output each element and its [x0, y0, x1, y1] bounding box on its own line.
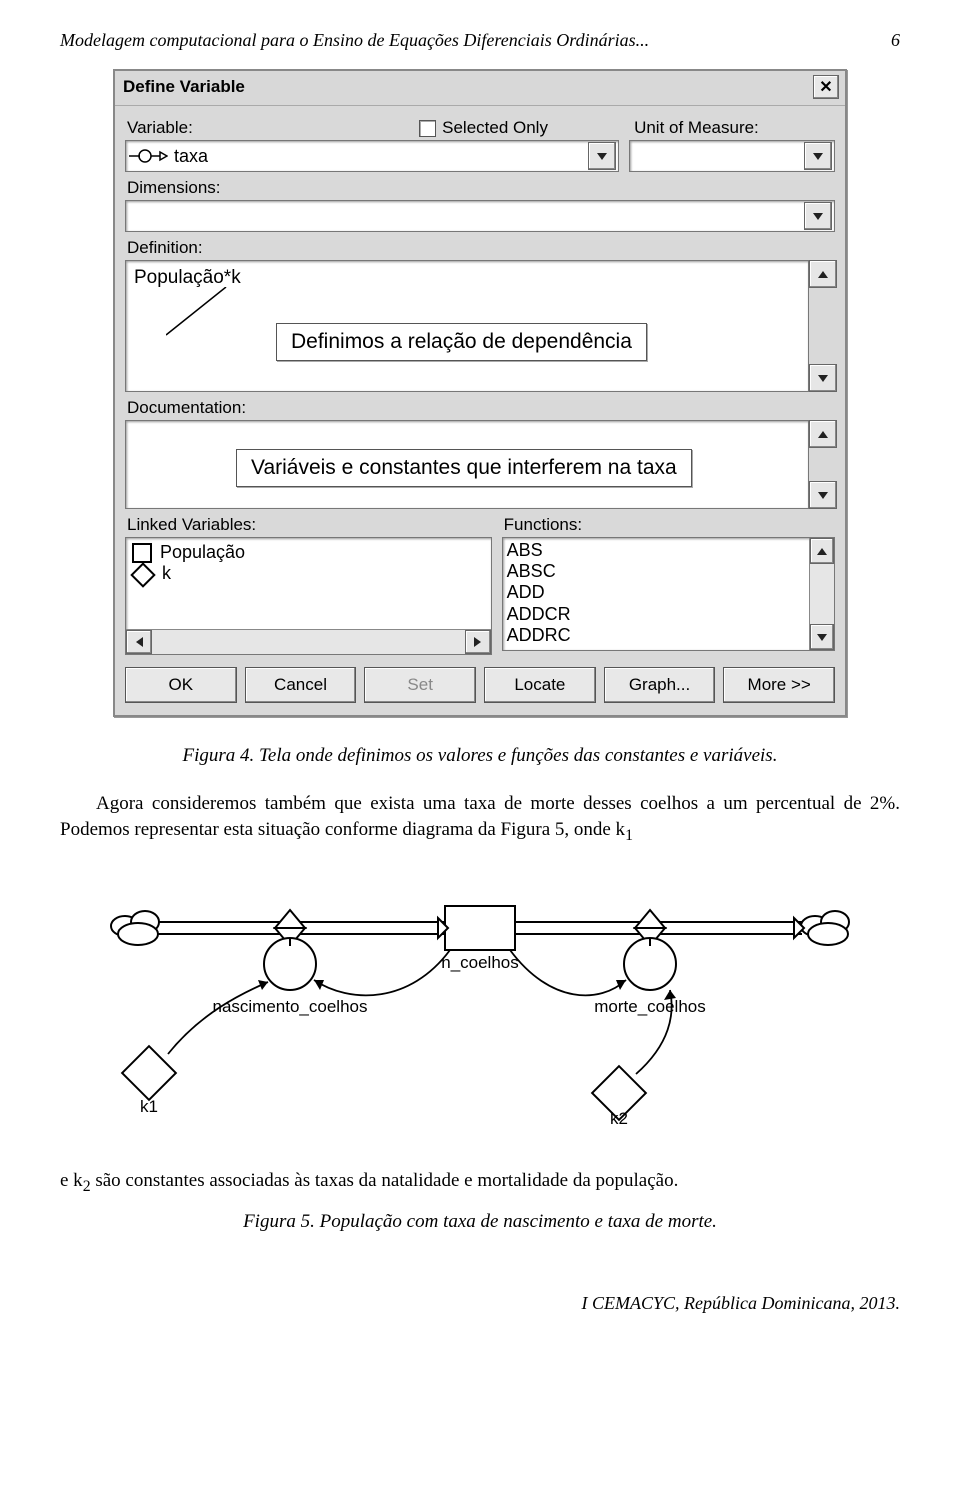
cancel-button[interactable]: Cancel: [245, 667, 357, 703]
dialog-title: Define Variable: [123, 77, 245, 97]
linked-variables-label: Linked Variables:: [127, 515, 492, 535]
chevron-down-icon: [818, 375, 828, 382]
unit-dropdown[interactable]: [629, 140, 835, 172]
k2-label: k2: [610, 1109, 628, 1124]
definition-label: Definition:: [127, 238, 835, 258]
function-item[interactable]: ADD: [507, 582, 830, 603]
variable-dropdown-button[interactable]: [588, 142, 616, 170]
figure4-caption: Figura 4. Tela onde definimos os valores…: [60, 745, 900, 767]
selected-only-checkbox[interactable]: [419, 120, 436, 137]
figure5-diagram: nascimento_coelhos n_coelhos morte_coelh…: [60, 894, 900, 1124]
documentation-textarea[interactable]: Variáveis e constantes que interferem na…: [125, 420, 809, 509]
stock-icon: [132, 543, 152, 563]
ok-button[interactable]: OK: [125, 667, 237, 703]
vscroll-down[interactable]: [810, 624, 834, 650]
cloud-source-icon: [111, 911, 159, 945]
hscroll-left[interactable]: [126, 630, 152, 654]
function-item[interactable]: ABS: [507, 540, 830, 561]
cloud-sink-icon: [801, 911, 849, 945]
unit-dropdown-button[interactable]: [804, 142, 832, 170]
chevron-up-icon: [817, 548, 827, 555]
paragraph-1: Agora consideremos também que exista uma…: [60, 791, 900, 846]
chevron-down-icon: [817, 634, 827, 641]
chevron-right-icon: [474, 637, 481, 647]
linked-variable-item[interactable]: População: [132, 542, 485, 563]
constant-icon: [130, 562, 155, 587]
linked-variables-hscroll[interactable]: [126, 629, 491, 654]
figure5-caption: Figura 5. População com taxa de nascimen…: [60, 1211, 900, 1233]
more-button[interactable]: More >>: [723, 667, 835, 703]
locate-button[interactable]: Locate: [484, 667, 596, 703]
selected-only-label: Selected Only: [442, 118, 548, 138]
documentation-scroll-down[interactable]: [809, 481, 837, 509]
vscroll-up[interactable]: [810, 538, 834, 564]
dimensions-dropdown-button[interactable]: [804, 202, 832, 230]
hscroll-right[interactable]: [465, 630, 491, 654]
linked-variable-item[interactable]: k: [132, 563, 485, 584]
define-variable-dialog: Define Variable ✕ Variable: Selected Onl…: [113, 69, 847, 717]
functions-label: Functions:: [504, 515, 835, 535]
unit-of-measure-label: Unit of Measure:: [634, 118, 835, 138]
define-variable-screenshot: Define Variable ✕ Variable: Selected Onl…: [60, 69, 900, 717]
close-button[interactable]: ✕: [813, 75, 839, 99]
page-number: 6: [891, 30, 900, 51]
function-item[interactable]: ABSC: [507, 561, 830, 582]
paragraph-2: e k2 são constantes associadas às taxas …: [60, 1168, 900, 1197]
k1-label: k1: [140, 1097, 158, 1116]
definition-value: População*k: [134, 267, 241, 288]
graph-button[interactable]: Graph...: [604, 667, 716, 703]
flow-variable-icon: [126, 147, 170, 165]
linked-variables-list[interactable]: População k: [125, 537, 492, 655]
functions-list[interactable]: ABS ABSC ADD ADDCR ADDRC: [502, 537, 835, 651]
definition-textarea[interactable]: População*k Definimos a relação de depen…: [125, 260, 809, 392]
chevron-down-icon: [597, 153, 607, 160]
functions-vscroll[interactable]: [809, 538, 834, 650]
variable-dropdown[interactable]: taxa: [125, 140, 619, 172]
function-item[interactable]: ADDCR: [507, 604, 830, 625]
definition-tooltip: Definimos a relação de dependência: [276, 323, 647, 361]
chevron-up-icon: [818, 271, 828, 278]
documentation-tooltip: Variáveis e constantes que interferem na…: [236, 449, 692, 487]
documentation-label: Documentation:: [127, 398, 835, 418]
chevron-down-icon: [813, 213, 823, 220]
nascimento-label: nascimento_coelhos: [213, 997, 368, 1016]
variable-label: Variable:: [127, 118, 409, 138]
chevron-left-icon: [136, 637, 143, 647]
chevron-down-icon: [818, 492, 828, 499]
variable-value: taxa: [170, 146, 586, 167]
dimensions-label: Dimensions:: [127, 178, 835, 198]
running-header: Modelagem computacional para o Ensino de…: [60, 30, 900, 51]
set-button[interactable]: Set: [364, 667, 476, 703]
definition-scroll-up[interactable]: [809, 260, 837, 288]
running-title: Modelagem computacional para o Ensino de…: [60, 30, 649, 51]
chevron-up-icon: [818, 431, 828, 438]
close-icon: ✕: [819, 77, 832, 97]
dimensions-dropdown[interactable]: [125, 200, 835, 232]
definition-scroll-down[interactable]: [809, 364, 837, 392]
page-footer: I CEMACYC, República Dominicana, 2013.: [60, 1293, 900, 1314]
documentation-scroll-up[interactable]: [809, 420, 837, 448]
chevron-down-icon: [813, 153, 823, 160]
n-coelhos-label: n_coelhos: [441, 953, 519, 972]
function-item[interactable]: ADDRC: [507, 625, 830, 646]
dialog-titlebar: Define Variable ✕: [115, 71, 845, 106]
morte-label: morte_coelhos: [594, 997, 706, 1016]
